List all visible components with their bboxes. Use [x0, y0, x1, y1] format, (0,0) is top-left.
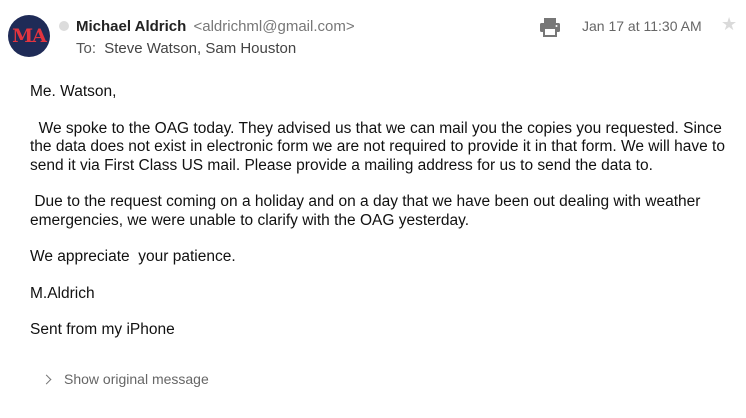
chevron-right-icon: [41, 374, 52, 384]
recipients-line: To: Steve Watson, Sam Houston: [76, 40, 296, 57]
mobile-footer: Sent from my iPhone: [30, 321, 175, 338]
star-icon[interactable]: ★: [721, 14, 737, 35]
signature: M.Aldrich: [30, 284, 95, 302]
sender-name[interactable]: Michael Aldrich: [76, 18, 186, 35]
body-paragraph: We spoke to the OAG today. They advised …: [30, 119, 730, 174]
message-date: Jan 17 at 11:30 AM: [582, 18, 702, 34]
sender-email[interactable]: <aldrichml@gmail.com>: [193, 18, 354, 35]
avatar-initials: MA: [12, 24, 47, 47]
recipients[interactable]: Steve Watson, Sam Houston: [104, 40, 296, 57]
show-original-message-link[interactable]: Show original message: [41, 371, 209, 387]
message-body: Me. Watson, We spoke to the OAG today. T…: [30, 83, 730, 340]
sender-line: Michael Aldrich <aldrichml@gmail.com>: [76, 18, 355, 35]
body-paragraph: Due to the request coming on a holiday a…: [30, 193, 705, 229]
to-label: To:: [76, 40, 97, 57]
presence-status-dot: [59, 21, 69, 31]
greeting: Me. Watson,: [30, 83, 117, 100]
avatar[interactable]: MA: [8, 15, 50, 57]
print-icon[interactable]: [539, 17, 561, 37]
closing-line: We appreciate your patience.: [30, 248, 236, 265]
show-original-label: Show original message: [64, 371, 209, 387]
